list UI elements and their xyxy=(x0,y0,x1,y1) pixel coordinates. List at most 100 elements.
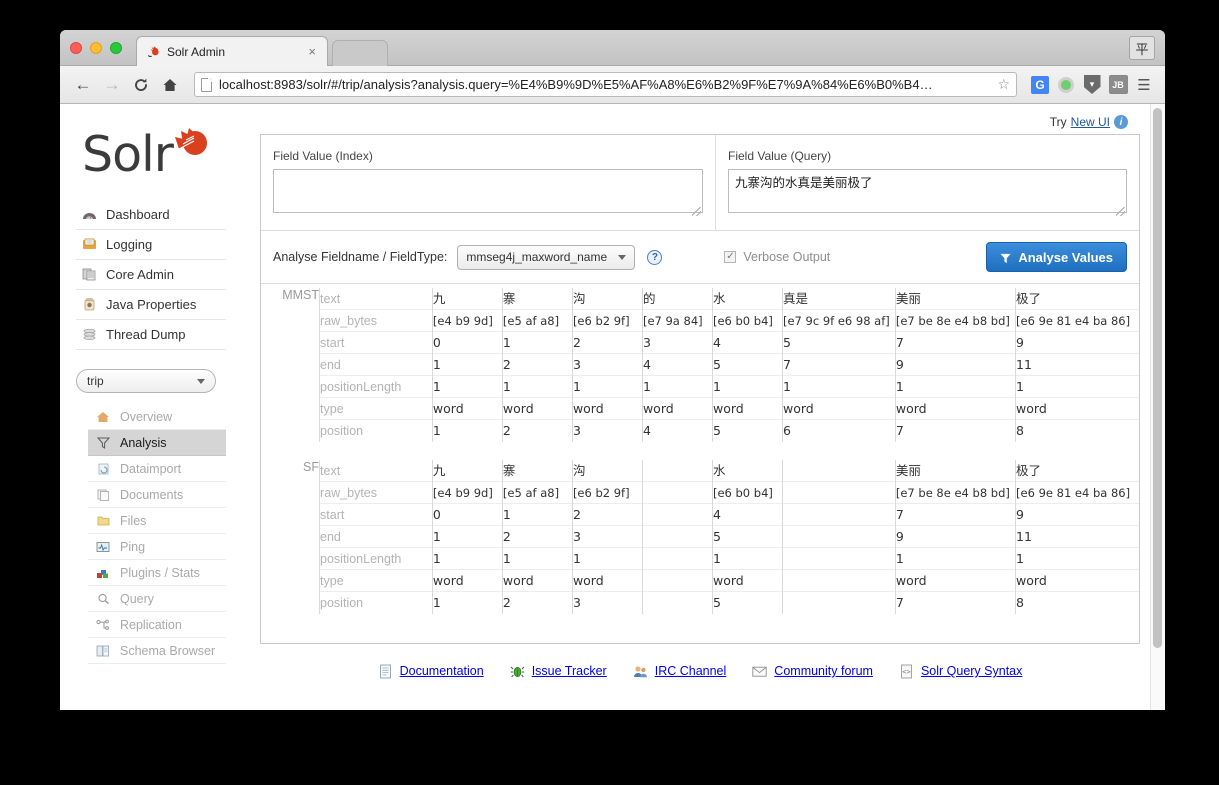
sidebar-main-nav: Dashboard Logging Core Admin Java Proper… xyxy=(76,200,226,350)
ime-indicator[interactable]: 平 xyxy=(1129,36,1155,60)
verbose-checkbox[interactable]: ✓ xyxy=(724,251,737,263)
attribute-name-cell: start xyxy=(319,332,433,354)
forward-button[interactable]: → xyxy=(99,72,125,98)
token-raw_bytes xyxy=(782,482,895,504)
sidebar-item-ping[interactable]: Ping xyxy=(88,534,226,560)
sidebar-item-thread-dump[interactable]: Thread Dump xyxy=(76,320,226,350)
token-positionLength: 1 xyxy=(1016,376,1139,398)
back-button[interactable]: ← xyxy=(70,72,96,98)
token-cell: 0 xyxy=(431,332,503,354)
sidebar-item-schema-browser[interactable]: Schema Browser xyxy=(88,638,226,664)
token-cell xyxy=(781,548,896,570)
sidebar-item-analysis[interactable]: Analysis xyxy=(88,430,226,456)
token-cell: 1 xyxy=(431,526,503,548)
help-icon[interactable]: ? xyxy=(647,249,663,265)
token-start: 2 xyxy=(572,504,642,526)
window-close-button[interactable] xyxy=(70,42,82,54)
core-admin-icon xyxy=(80,267,98,283)
jb-extension-icon[interactable]: JB xyxy=(1107,74,1129,96)
analyse-values-button[interactable]: Analyse Values xyxy=(986,242,1127,272)
token-cell: 极了 xyxy=(1015,288,1139,310)
sidebar-item-query[interactable]: Query xyxy=(88,586,226,612)
fieldtype-value: mmseg4j_maxword_name xyxy=(466,250,608,264)
sidebar-item-replication[interactable]: Replication xyxy=(88,612,226,638)
solr-logo[interactable]: Solr xyxy=(82,126,222,188)
sidebar-item-plugins-stats[interactable]: Plugins / Stats xyxy=(88,560,226,586)
token-cell: 1 xyxy=(781,376,896,398)
field-value-query-input[interactable] xyxy=(728,169,1127,213)
token-cell: 9 xyxy=(1015,332,1139,354)
token-text: 沟 xyxy=(572,460,642,482)
token-cell: word xyxy=(781,398,896,420)
token-start: 7 xyxy=(895,504,1016,526)
token-cell: [e6 9e 81 e4 ba 86] xyxy=(1015,310,1139,332)
token-cell: word xyxy=(711,570,783,592)
sidebar-item-java-properties[interactable]: Java Properties xyxy=(76,290,226,320)
green-dot-icon[interactable] xyxy=(1055,74,1077,96)
sidebar-core-nav: Overview Analysis Dataimport Documents F… xyxy=(88,404,226,664)
new-ui-link[interactable]: New UI xyxy=(1071,115,1110,129)
footer-link-solr-query-syntax[interactable]: <> Solr Query Syntax xyxy=(899,664,1022,679)
sidebar-item-label: Java Properties xyxy=(106,297,197,312)
footer-link-irc-channel[interactable]: IRC Channel xyxy=(633,664,726,679)
token-positionLength xyxy=(642,548,712,570)
token-start: 0 xyxy=(432,504,502,526)
sidebar-item-dataimport[interactable]: Dataimport xyxy=(88,456,226,482)
token-cell: 2 xyxy=(571,504,643,526)
sidebar-item-dashboard[interactable]: Dashboard xyxy=(76,200,226,230)
attribute-name: end xyxy=(320,526,432,548)
token-type: word xyxy=(502,570,572,592)
sidebar-item-logging[interactable]: Logging xyxy=(76,230,226,260)
core-selector[interactable]: trip xyxy=(76,369,216,393)
document-icon xyxy=(378,664,393,679)
sidebar-item-documents[interactable]: Documents xyxy=(88,482,226,508)
table-row: type word word word word word word word word xyxy=(261,398,1139,420)
token-raw_bytes xyxy=(642,482,712,504)
window-minimize-button[interactable] xyxy=(90,42,102,54)
token-cell xyxy=(781,460,896,482)
home-icon[interactable] xyxy=(157,72,183,98)
table-row: end 1 2 3 4 5 7 9 11 xyxy=(261,354,1139,376)
table-row: raw_bytes [e4 b9 9d] [e5 af a8] [e6 b2 9f] [… xyxy=(261,482,1139,504)
scrollbar-thumb[interactable] xyxy=(1153,108,1162,648)
tab-close-icon[interactable]: × xyxy=(305,45,319,58)
token-cell: 1 xyxy=(571,376,643,398)
window-maximize-button[interactable] xyxy=(110,42,122,54)
token-end: 9 xyxy=(895,526,1016,548)
sidebar-item-core-admin[interactable]: Core Admin xyxy=(76,260,226,290)
token-cell: [e6 b0 b4] xyxy=(711,482,783,504)
token-cell: 2 xyxy=(571,332,643,354)
token-cell: 5 xyxy=(781,332,896,354)
fieldtype-select[interactable]: mmseg4j_maxword_name xyxy=(457,244,636,270)
footer-link-documentation[interactable]: Documentation xyxy=(378,664,484,679)
token-position: 2 xyxy=(502,423,511,438)
token-cell: [e6 9e 81 e4 ba 86] xyxy=(1015,482,1139,504)
sidebar-item-label: Schema Browser xyxy=(120,643,216,658)
sidebar-item-overview[interactable]: Overview xyxy=(88,404,226,430)
field-value-index-input[interactable] xyxy=(273,169,703,213)
reload-icon[interactable] xyxy=(128,72,154,98)
token-cell: 9 xyxy=(894,526,1016,548)
browser-tab-solr-admin[interactable]: Solr Admin × xyxy=(136,36,328,66)
token-end: 1 xyxy=(432,526,502,548)
bookmark-star-icon[interactable]: ☆ xyxy=(997,76,1010,93)
magnifier-icon xyxy=(94,591,112,607)
address-bar[interactable]: localhost:8983/solr/#/trip/analysis?anal… xyxy=(194,72,1017,97)
token-cell: 2 xyxy=(501,592,573,614)
table-row: start 0 1 2 4 7 9 xyxy=(261,504,1139,526)
verbose-output-toggle[interactable]: ✓ Verbose Output xyxy=(724,250,830,264)
shield-icon[interactable]: ▾ xyxy=(1081,74,1103,96)
browser-menu-icon[interactable]: ☰ xyxy=(1133,74,1155,96)
table-row: SF text 九寨沟 水 美丽 极了 xyxy=(261,460,1139,482)
page-scrollbar[interactable] xyxy=(1150,104,1165,710)
footer-link-issue-tracker[interactable]: Issue Tracker xyxy=(510,664,607,679)
book-icon xyxy=(94,643,112,659)
info-icon[interactable]: i xyxy=(1114,115,1128,129)
new-tab-button[interactable] xyxy=(332,40,388,66)
token-type: word xyxy=(1016,398,1139,420)
sidebar-item-files[interactable]: Files xyxy=(88,508,226,534)
token-positionLength: 1 xyxy=(712,548,782,570)
google-translate-icon[interactable]: G xyxy=(1029,74,1051,96)
token-positionLength: 1 xyxy=(502,548,572,570)
footer-link-community-forum[interactable]: Community forum xyxy=(752,664,873,679)
